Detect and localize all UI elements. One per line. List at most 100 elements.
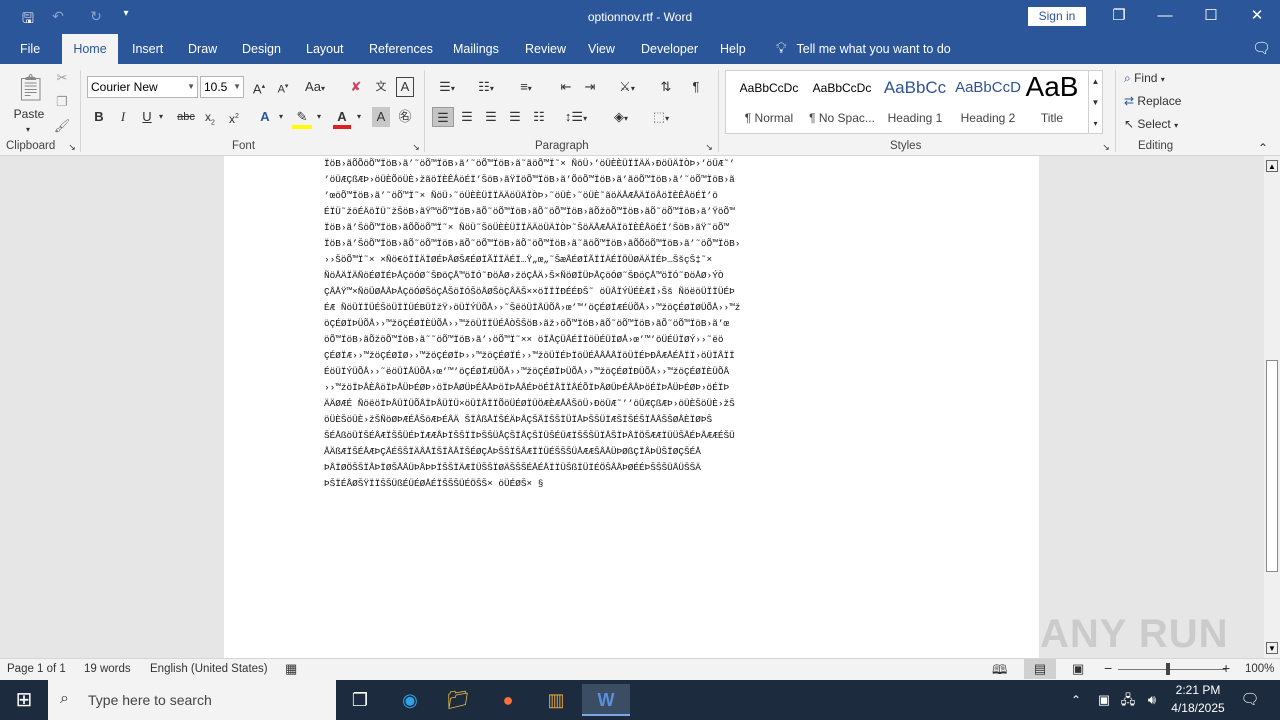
print-layout-icon[interactable]: ▤ <box>1024 659 1056 679</box>
clock-date[interactable]: 4/18/2025 <box>1166 701 1230 715</box>
zoom-out-icon[interactable]: − <box>1104 660 1112 676</box>
align-center-icon[interactable]: ☰ <box>457 107 477 127</box>
tab-home[interactable]: Home <box>62 34 118 64</box>
decrease-indent-icon[interactable]: ⇤ <box>556 77 576 97</box>
tab-insert[interactable]: Insert <box>124 34 171 64</box>
show-hidden-icons-icon[interactable]: ⌃ <box>1064 684 1088 716</box>
underline-dropdown-icon[interactable]: ▾ <box>156 107 166 127</box>
increase-indent-icon[interactable]: ⇥ <box>580 77 600 97</box>
close-button[interactable]: ✕ <box>1234 0 1280 34</box>
collapse-ribbon-icon[interactable]: ⌃ <box>1254 138 1272 158</box>
zoom-slider[interactable] <box>1118 669 1226 670</box>
firefox-icon[interactable]: ● <box>484 684 532 716</box>
subscript-icon[interactable]: x2 <box>201 107 219 127</box>
styles-launcher-icon[interactable]: ↘ <box>1100 140 1112 154</box>
underline-icon[interactable]: U <box>138 107 156 127</box>
scroll-down-icon[interactable]: ▼ <box>1266 642 1278 654</box>
copy-icon[interactable]: ❐ <box>52 92 72 112</box>
align-right-icon[interactable]: ☰ <box>481 107 501 127</box>
strikethrough-icon[interactable]: abc <box>176 107 196 127</box>
comments-icon[interactable]: 🗨︎ <box>1244 34 1279 64</box>
character-border-icon[interactable]: A <box>396 77 414 97</box>
phonetic-guide-icon[interactable]: 文 <box>371 77 391 97</box>
document-body-text[interactable]: ÏöB›ãÕÕöÕ™ÏöB›ã’˜öÕ™ÏöB›ã’˜öÕ™ÏöB›ã˜ãöÕ™… <box>324 156 938 492</box>
distributed-icon[interactable]: ☷ <box>529 107 549 127</box>
text-effects-dropdown-icon[interactable]: ▾ <box>276 107 286 127</box>
winrar-icon[interactable]: ▥ <box>532 684 580 716</box>
highlight-icon[interactable]: ✎ <box>292 107 312 129</box>
format-painter-icon[interactable]: 🖌︎ <box>52 116 72 136</box>
tab-view[interactable]: View <box>580 34 623 64</box>
styles-scroll[interactable]: ▲ ▼ ▾ <box>1088 71 1102 133</box>
file-explorer-icon[interactable]: 📁︎ <box>434 684 482 716</box>
clear-formatting-icon[interactable]: ✘ <box>346 77 366 97</box>
vertical-scrollbar[interactable]: ▲ ▼ <box>1264 156 1280 658</box>
minimize-button[interactable]: — <box>1142 0 1188 34</box>
ribbon-display-options-icon[interactable]: ❐ <box>1096 0 1142 34</box>
asian-layout-icon[interactable]: ⚔▾ <box>612 77 642 97</box>
font-color-dropdown-icon[interactable]: ▾ <box>354 107 364 127</box>
change-case-button[interactable]: Aa▾ <box>300 77 330 97</box>
line-spacing-icon[interactable]: ↕☰▾ <box>560 107 592 127</box>
windows-start-icon[interactable]: ⊞ <box>0 684 48 716</box>
sort-icon[interactable]: ⇅ <box>656 77 676 97</box>
volume-icon[interactable]: 🔊︎ <box>1140 684 1164 716</box>
paste-icon[interactable]: 📋︎ <box>14 70 47 104</box>
character-shading-icon[interactable]: A <box>372 107 390 127</box>
maximize-button[interactable]: ☐ <box>1188 0 1234 34</box>
zoom-in-icon[interactable]: + <box>1222 660 1230 676</box>
tab-help[interactable]: Help <box>712 34 754 64</box>
notifications-icon[interactable]: 🗨︎ <box>1236 684 1264 716</box>
tab-references[interactable]: References <box>361 34 441 64</box>
bullets-icon[interactable]: ☰▾ <box>432 77 462 97</box>
web-layout-icon[interactable]: ▣ <box>1072 661 1084 677</box>
edge-icon[interactable]: ◉ <box>386 684 434 716</box>
clipboard-launcher-icon[interactable]: ↘ <box>66 140 78 154</box>
find-button[interactable]: ⌕ Find ▾ <box>1124 68 1194 88</box>
page-count[interactable]: Page 1 of 1 <box>7 663 66 675</box>
zoom-level[interactable]: 100% <box>1245 663 1274 675</box>
tab-design[interactable]: Design <box>234 34 289 64</box>
language[interactable]: English (United States) <box>150 663 268 675</box>
superscript-icon[interactable]: x2 <box>225 107 243 127</box>
accessibility-icon[interactable]: ▦ <box>285 661 297 677</box>
highlight-dropdown-icon[interactable]: ▾ <box>314 107 324 127</box>
taskbar-search[interactable]: ⌕ Type here to search <box>48 680 336 720</box>
font-color-icon[interactable]: A <box>333 107 351 129</box>
tell-me-search[interactable]: 💡︎ Tell me what you want to do <box>776 34 951 64</box>
paragraph-launcher-icon[interactable]: ↘ <box>703 140 715 154</box>
task-view-icon[interactable]: ❐ <box>336 684 384 716</box>
zoom-slider-thumb[interactable] <box>1166 663 1170 675</box>
align-left-icon[interactable]: ☰ <box>432 107 454 127</box>
sign-in-button[interactable]: Sign in <box>1028 7 1086 26</box>
tab-developer[interactable]: Developer <box>633 34 706 64</box>
font-name-box[interactable]: Courier New ▼ <box>87 76 198 98</box>
tab-layout[interactable]: Layout <box>298 34 352 64</box>
shrink-font-icon[interactable]: A▾ <box>274 77 292 97</box>
shading-icon[interactable]: ◈▾ <box>606 107 636 127</box>
font-launcher-icon[interactable]: ↘ <box>410 140 422 154</box>
bold-icon[interactable]: B <box>90 107 108 127</box>
grow-font-icon[interactable]: A▴ <box>250 77 268 97</box>
tab-review[interactable]: Review <box>517 34 574 64</box>
enclose-characters-icon[interactable]: ㊔ <box>396 107 414 127</box>
multilevel-list-icon[interactable]: ≡▾ <box>510 77 542 97</box>
tab-mailings[interactable]: Mailings <box>445 34 507 64</box>
scroll-thumb[interactable] <box>1266 360 1278 572</box>
style-title[interactable]: AaB Title <box>1016 71 1088 133</box>
scroll-up-icon[interactable]: ▲ <box>1266 160 1278 172</box>
word-count[interactable]: 19 words <box>84 663 131 675</box>
word-taskbar-icon[interactable]: W <box>582 684 630 716</box>
network-icon[interactable]: 🖧︎ <box>1116 684 1140 716</box>
tab-draw[interactable]: Draw <box>180 34 225 64</box>
numbering-icon[interactable]: ☷▾ <box>471 77 501 97</box>
paste-dropdown-icon[interactable]: ▾ <box>18 120 38 140</box>
justify-icon[interactable]: ☰ <box>505 107 525 127</box>
show-hide-marks-icon[interactable]: ¶ <box>686 77 706 97</box>
text-effects-icon[interactable]: A <box>256 107 274 127</box>
tab-file[interactable]: File <box>12 34 48 64</box>
borders-icon[interactable]: ⬚▾ <box>645 107 677 127</box>
italic-icon[interactable]: I <box>114 107 132 127</box>
select-button[interactable]: ↖ Select ▾ <box>1124 114 1194 134</box>
replace-button[interactable]: ⇄ Replace <box>1124 91 1194 111</box>
